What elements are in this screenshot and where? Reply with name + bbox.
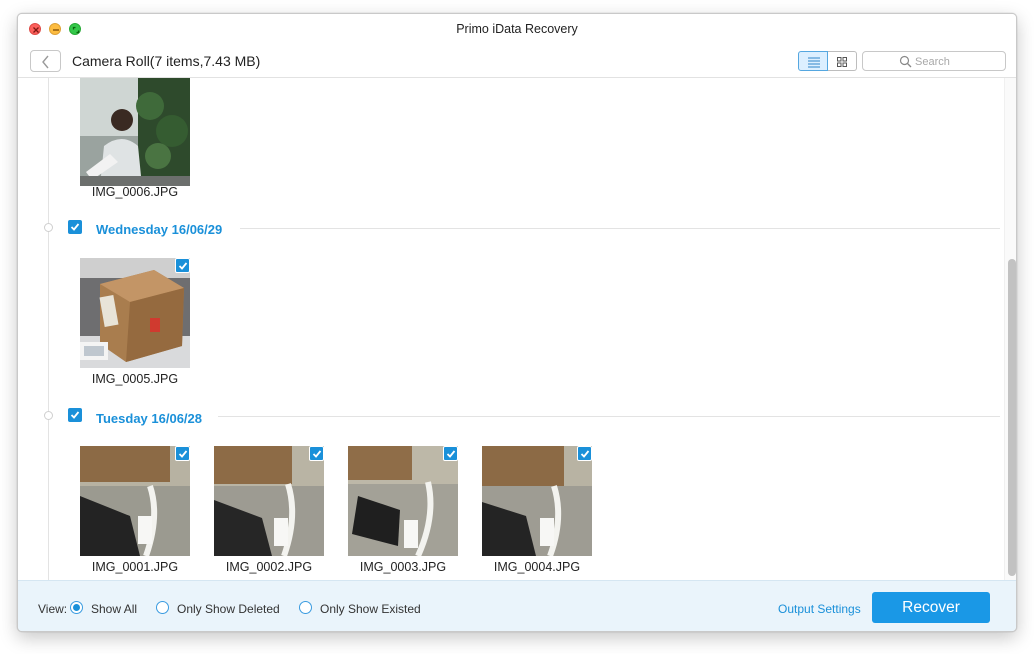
checkmark-icon [580,450,590,458]
photo-thumbnail[interactable] [214,446,324,556]
group-checkbox[interactable] [68,220,82,234]
phone-cable-photo-icon [348,446,458,556]
checkmark-icon [70,411,80,419]
checkmark-icon [312,450,322,458]
photo-thumbnail[interactable] [80,78,190,186]
list-view-button[interactable] [798,51,828,71]
recover-button[interactable]: Recover [872,592,990,623]
filter-label-only-deleted[interactable]: Only Show Deleted [177,602,280,616]
filter-radio-only-existed[interactable] [299,601,312,614]
filter-radio-only-deleted[interactable] [156,601,169,614]
footer-bar: View: Show All Only Show Deleted Only Sh… [18,580,1016,631]
search-icon [899,55,912,68]
photo-thumbnail[interactable] [482,446,592,556]
group-date-title: Wednesday 16/06/29 [96,222,223,237]
search-input[interactable] [915,54,1001,69]
checkmark-icon [70,223,80,231]
timeline-dot [44,411,53,420]
group-divider [218,416,1000,417]
person-photo-icon [80,78,190,186]
checkmark-icon [446,450,456,458]
view-label: View: [38,602,68,616]
photo-checkbox[interactable] [309,446,324,461]
box-photo-icon [80,258,190,368]
location-title: Camera Roll(7 items,7.43 MB) [72,53,261,69]
photo-filename: IMG_0002.JPG [225,560,313,574]
filter-radio-show-all[interactable] [70,601,83,614]
photo-filename: IMG_0004.JPG [493,560,581,574]
filter-label-only-existed[interactable]: Only Show Existed [320,602,421,616]
output-settings-link[interactable]: Output Settings [778,602,861,616]
checkmark-icon [178,450,188,458]
photo-checkbox[interactable] [175,446,190,461]
window-title: Primo iData Recovery [456,22,578,36]
phone-cable-photo-icon [482,446,592,556]
phone-cable-photo-icon [80,446,190,556]
photo-checkbox[interactable] [577,446,592,461]
app-window: Primo iData Recovery Camera Roll(7 items… [17,13,1017,632]
phone-cable-photo-icon [214,446,324,556]
timeline-dot [44,223,53,232]
photo-filename: IMG_0003.JPG [359,560,447,574]
photo-timeline: IMG_0006.JPG Wednesday 16/06/29 IMG_0005… [18,78,1016,580]
checkmark-icon [178,262,188,270]
scrollbar[interactable] [1004,78,1016,580]
list-icon [808,57,820,68]
search-field[interactable] [862,51,1006,71]
photo-checkbox[interactable] [443,446,458,461]
title-bar: Primo iData Recovery [18,14,1016,45]
photo-filename: IMG_0005.JPG [91,372,179,386]
photo-filename: IMG_0006.JPG [91,185,179,199]
photo-thumbnail[interactable] [348,446,458,556]
back-button[interactable] [30,50,61,72]
timeline-line [48,78,49,580]
chevron-left-icon [42,55,49,69]
grid-icon [837,57,847,67]
group-divider [240,228,1000,229]
photo-filename: IMG_0001.JPG [91,560,179,574]
photo-checkbox[interactable] [175,258,190,273]
photo-thumbnail[interactable] [80,258,190,368]
grid-view-button[interactable] [828,51,857,71]
filter-label-show-all[interactable]: Show All [91,602,137,616]
toolbar: Camera Roll(7 items,7.43 MB) [18,45,1016,78]
group-checkbox[interactable] [68,408,82,422]
photo-thumbnail[interactable] [80,446,190,556]
group-date-title: Tuesday 16/06/28 [96,411,202,426]
scrollbar-thumb[interactable] [1008,259,1016,576]
